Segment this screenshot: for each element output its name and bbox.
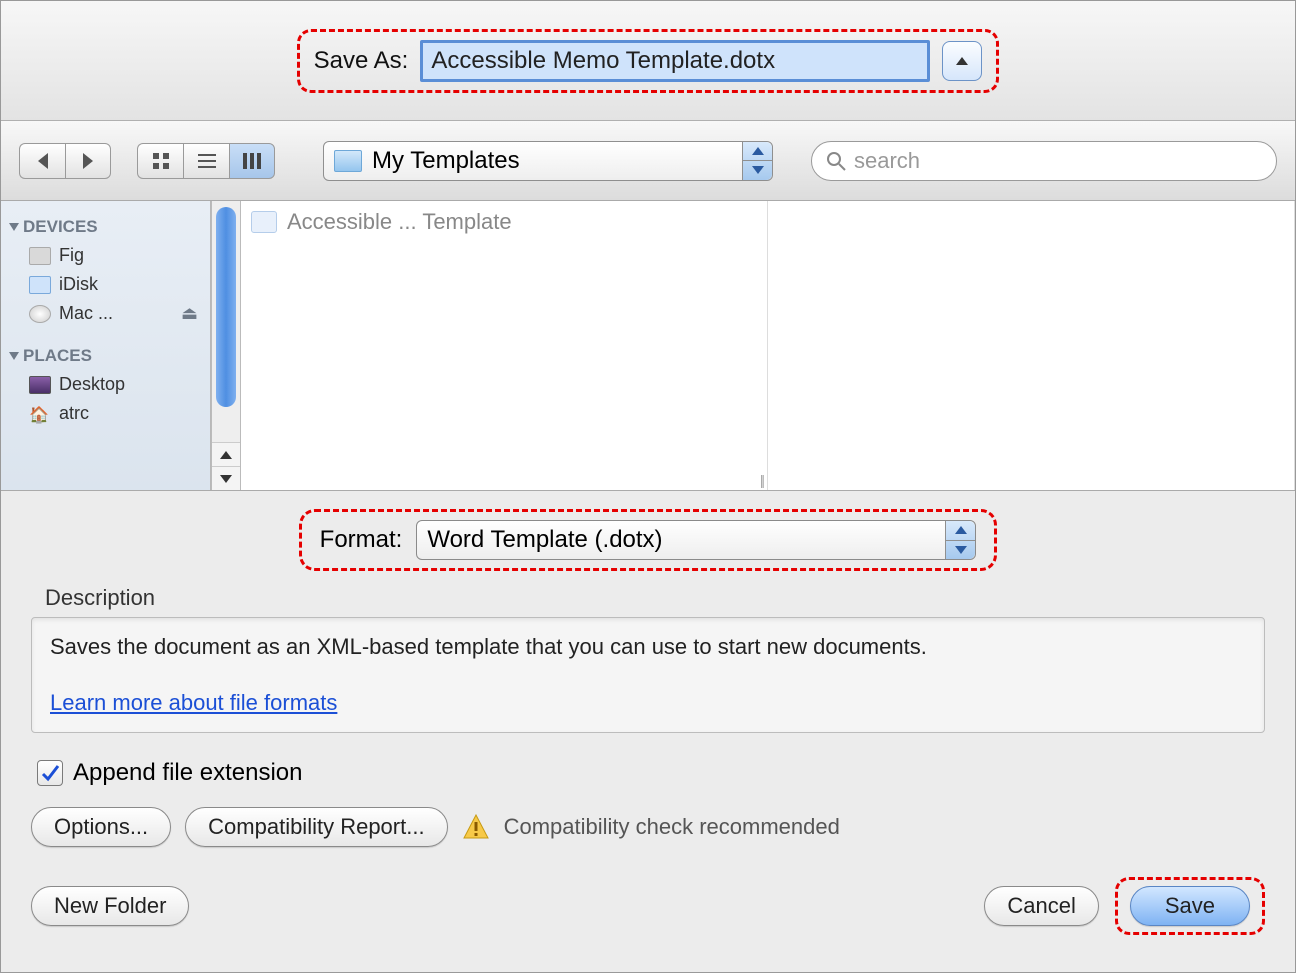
column-view-button[interactable] (229, 143, 275, 179)
triangle-right-icon (83, 153, 93, 169)
sidebar-devices-header: DEVICES (9, 217, 202, 237)
column-view: Accessible ... Template || (241, 201, 1295, 490)
sidebar-scrollbar[interactable] (211, 201, 241, 490)
checkmark-icon (40, 763, 60, 783)
options-buttons-row: Options... Compatibility Report... Compa… (31, 807, 1265, 847)
forward-button[interactable] (65, 143, 111, 179)
triangle-up-icon (956, 57, 968, 65)
list-icon (198, 152, 216, 170)
sidebar-item-label: Fig (59, 245, 84, 266)
sidebar-item-label: atrc (59, 403, 89, 424)
learn-more-link[interactable]: Learn more about file formats (50, 690, 337, 715)
home-icon: 🏠 (29, 405, 51, 423)
grid-icon (152, 152, 170, 170)
sidebar-item-label: iDisk (59, 274, 98, 295)
stepper-icon (945, 521, 975, 559)
description-label: Description (45, 585, 1265, 611)
browser-toolbar: My Templates (1, 121, 1295, 201)
triangle-up-icon (220, 451, 232, 459)
eject-icon[interactable]: ⏏ (181, 303, 198, 324)
save-as-highlight: Save As: (297, 29, 1000, 93)
options-button[interactable]: Options... (31, 807, 171, 847)
scroll-down-button[interactable] (212, 466, 240, 490)
disclosure-icon (9, 352, 19, 360)
location-dropdown[interactable]: My Templates (323, 141, 773, 181)
folder-icon (334, 150, 362, 172)
sidebar-device-fig[interactable]: Fig (7, 241, 204, 270)
append-extension-row: Append file extension (37, 759, 1265, 787)
scroll-up-button[interactable] (212, 442, 240, 466)
stepper-up-icon (752, 147, 764, 155)
search-input[interactable] (854, 148, 1262, 174)
column-resize-handle[interactable]: || (760, 472, 763, 488)
sidebar: DEVICES Fig iDisk Mac ... ⏏ PLACES Deskt… (1, 201, 211, 490)
format-dropdown[interactable]: Word Template (.dotx) (416, 520, 976, 560)
triangle-left-icon (38, 153, 48, 169)
save-highlight: Save (1115, 877, 1265, 935)
options-panel: Format: Word Template (.dotx) Descriptio… (1, 491, 1295, 955)
icon-view-button[interactable] (137, 143, 183, 179)
format-row: Format: Word Template (.dotx) (31, 491, 1265, 571)
append-extension-checkbox[interactable] (37, 760, 63, 786)
triangle-down-icon (220, 475, 232, 483)
idisk-icon (29, 276, 51, 294)
view-mode-buttons (137, 143, 275, 179)
save-dialog: Save As: My Templates (0, 0, 1296, 973)
save-as-bar: Save As: (1, 1, 1295, 121)
stepper-down-icon (752, 166, 764, 174)
sidebar-device-idisk[interactable]: iDisk (7, 270, 204, 299)
save-as-label: Save As: (314, 47, 409, 75)
format-value: Word Template (.dotx) (427, 526, 662, 554)
format-label: Format: (320, 526, 403, 554)
nav-buttons (19, 143, 111, 179)
stepper-down-icon (955, 546, 967, 554)
compatibility-report-button[interactable]: Compatibility Report... (185, 807, 447, 847)
save-button[interactable]: Save (1130, 886, 1250, 926)
warning-icon (462, 813, 490, 841)
collapse-toggle-button[interactable] (942, 41, 982, 81)
sidebar-device-mac[interactable]: Mac ... ⏏ (7, 299, 204, 328)
search-field[interactable] (811, 141, 1277, 181)
file-name: Accessible ... Template (287, 209, 512, 235)
drive-icon (29, 247, 51, 265)
disc-icon (29, 305, 51, 323)
sidebar-place-atrc[interactable]: 🏠 atrc (7, 399, 204, 428)
footer-buttons: New Folder Cancel Save (31, 877, 1265, 935)
search-icon (826, 151, 846, 171)
format-highlight: Format: Word Template (.dotx) (299, 509, 998, 571)
append-extension-label: Append file extension (73, 759, 303, 787)
columns-icon (243, 152, 261, 170)
list-view-button[interactable] (183, 143, 229, 179)
disclosure-icon (9, 223, 19, 231)
location-label: My Templates (372, 147, 520, 175)
new-folder-button[interactable]: New Folder (31, 886, 189, 926)
template-file-icon (251, 211, 277, 233)
column-1[interactable]: Accessible ... Template || (241, 201, 768, 490)
file-item[interactable]: Accessible ... Template (251, 209, 757, 235)
description-box: Saves the document as an XML-based templ… (31, 617, 1265, 733)
desktop-icon (29, 376, 51, 394)
column-2[interactable] (768, 201, 1295, 490)
description-text: Saves the document as an XML-based templ… (50, 634, 1246, 660)
sidebar-places-header: PLACES (9, 346, 202, 366)
sidebar-place-desktop[interactable]: Desktop (7, 370, 204, 399)
cancel-button[interactable]: Cancel (984, 886, 1098, 926)
back-button[interactable] (19, 143, 65, 179)
stepper-icon (742, 142, 772, 180)
stepper-up-icon (955, 526, 967, 534)
scroll-thumb[interactable] (216, 207, 236, 407)
sidebar-item-label: Desktop (59, 374, 125, 395)
compatibility-warning-text: Compatibility check recommended (504, 814, 840, 840)
sidebar-item-label: Mac ... (59, 303, 113, 324)
file-browser: DEVICES Fig iDisk Mac ... ⏏ PLACES Deskt… (1, 201, 1295, 491)
filename-input[interactable] (420, 40, 930, 82)
